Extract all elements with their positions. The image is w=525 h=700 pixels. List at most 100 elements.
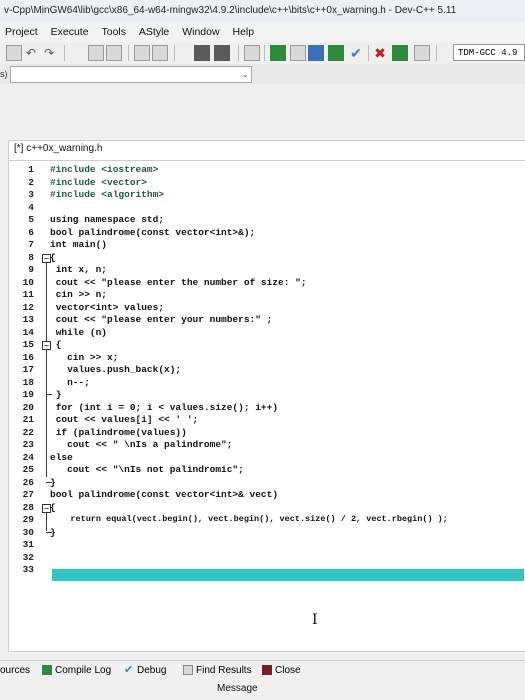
- close-label: Close: [275, 665, 301, 676]
- goto-forward-icon[interactable]: [214, 45, 230, 61]
- fold-guide: [46, 513, 47, 531]
- rebuild-icon[interactable]: [328, 45, 344, 61]
- line-number: 25: [22, 464, 34, 475]
- code-line: while (n): [50, 326, 108, 338]
- line-number: 8: [28, 251, 34, 263]
- tab-debug-label: Debug: [137, 665, 167, 676]
- code-line: else: [50, 451, 73, 463]
- fold-guide: [46, 263, 47, 477]
- tab-resources[interactable]: ources: [0, 661, 30, 681]
- class-browser-bar: s) ⌄: [0, 64, 525, 84]
- code-line: cout << "please enter the number of size…: [50, 276, 307, 288]
- unindent-icon[interactable]: [106, 45, 122, 61]
- check-icon[interactable]: ✔: [348, 45, 364, 61]
- debug-check-icon: ✔: [124, 664, 134, 677]
- code-line: int main(): [50, 239, 108, 250]
- message-column-header[interactable]: Message: [217, 683, 258, 694]
- tab-resources-label: ources: [0, 665, 31, 676]
- tab-compile-log[interactable]: Compile Log: [42, 661, 111, 681]
- line-number: 1: [28, 164, 34, 175]
- code-line: cin >> x;: [50, 351, 119, 363]
- menu-bar: Project Execute Tools AStyle Window Help: [0, 22, 525, 42]
- line-number: 17: [22, 364, 34, 375]
- code-line: }: [50, 526, 56, 538]
- menu-execute[interactable]: Execute: [46, 22, 94, 42]
- run-icon[interactable]: [290, 45, 306, 61]
- line-number: 28: [22, 501, 34, 513]
- layout-icon[interactable]: [244, 45, 260, 61]
- window-title: v-Cpp\MinGW64\lib\gcc\x86_64-w64-mingw32…: [0, 0, 525, 22]
- toolbar: ↶ ↷ ✔ ✖ TDM-GCC 4.9: [0, 42, 525, 65]
- code-line: using namespace std;: [50, 214, 165, 225]
- undo-redo-icon[interactable]: ↶: [26, 45, 42, 61]
- code-line: #include <algorithm>: [50, 189, 165, 200]
- scope-combo[interactable]: ⌄: [10, 66, 252, 83]
- line-number: 27: [22, 489, 34, 500]
- menu-window[interactable]: Window: [177, 22, 224, 42]
- code-line: {: [50, 501, 56, 513]
- code-line: for (int i = 0; i < values.size(); i++): [50, 401, 279, 413]
- compile-icon[interactable]: [270, 45, 286, 61]
- line-number: 18: [22, 376, 34, 388]
- line-number: 7: [28, 239, 34, 250]
- editor-tab[interactable]: [*] c++0x_warning.h: [8, 142, 108, 156]
- code-line: cin >> n;: [50, 289, 108, 300]
- tab-debug[interactable]: ✔ Debug: [124, 661, 166, 681]
- code-line: bool palindrome(const vector<int>& vect): [50, 489, 279, 500]
- redo-icon[interactable]: ↷: [44, 45, 60, 61]
- code-line: cout << "\nIs not palindromic";: [50, 464, 244, 475]
- line-number: 26: [22, 476, 34, 488]
- save-icon[interactable]: [6, 45, 22, 61]
- bottom-panel-tabs: ources Compile Log ✔ Debug Find Results C…: [0, 660, 525, 681]
- chevron-down-icon[interactable]: ⌄: [241, 67, 249, 82]
- code-line: vector<int> values;: [50, 301, 165, 313]
- compile-run-icon[interactable]: [308, 45, 324, 61]
- line-number: 11: [22, 289, 34, 300]
- indent-icon[interactable]: [88, 45, 104, 61]
- line-number: 5: [28, 214, 34, 225]
- goto-back-icon[interactable]: [194, 45, 210, 61]
- menu-help[interactable]: Help: [227, 22, 259, 42]
- line-number: 3: [28, 189, 34, 200]
- toggle-comment-icon[interactable]: [134, 45, 150, 61]
- line-number: 21: [22, 414, 34, 425]
- close-button[interactable]: Close: [262, 661, 301, 681]
- line-number: 14: [22, 326, 34, 338]
- close-icon: [262, 665, 272, 676]
- code-line: #include <vector>: [50, 176, 147, 188]
- compiler-select[interactable]: TDM-GCC 4.9: [453, 44, 525, 61]
- message-header-row: Message: [0, 680, 525, 700]
- code-line: if (palindrome(values)): [50, 426, 187, 438]
- line-number: 15: [22, 339, 34, 350]
- line-number: 2: [28, 176, 34, 188]
- tab-find-results-label: Find Results: [196, 665, 252, 676]
- line-number: 22: [22, 426, 34, 438]
- menu-project[interactable]: Project: [0, 22, 43, 42]
- line-number: 13: [22, 314, 34, 325]
- chart-icon[interactable]: [392, 45, 408, 61]
- line-number: 16: [22, 351, 34, 363]
- code-line: }: [50, 476, 56, 488]
- line-number: 24: [22, 451, 34, 463]
- menu-astyle[interactable]: AStyle: [134, 22, 174, 42]
- tab-find-results[interactable]: Find Results: [183, 661, 252, 681]
- print-icon[interactable]: [414, 45, 430, 61]
- line-number: 23: [22, 439, 34, 450]
- code-line: return equal(vect.begin(), vect.begin(),…: [50, 514, 448, 524]
- text-cursor-icon: I: [312, 612, 318, 628]
- tab-compile-log-label: Compile Log: [55, 665, 112, 676]
- line-number: 4: [28, 201, 34, 213]
- line-number: 33: [22, 564, 34, 575]
- menu-tools[interactable]: Tools: [96, 22, 131, 42]
- tab-divider: [8, 160, 525, 161]
- line-number: 10: [22, 276, 34, 288]
- stop-icon[interactable]: ✖: [372, 45, 388, 61]
- line-number: 30: [22, 526, 34, 538]
- line-number: 20: [22, 401, 34, 413]
- bookmark-icon[interactable]: [152, 45, 168, 61]
- find-results-icon: [183, 665, 193, 676]
- code-line: n--;: [50, 376, 90, 388]
- code-line: {: [50, 339, 62, 350]
- code-line: }: [50, 389, 62, 400]
- code-line: cout << values[i] << ' ';: [50, 414, 199, 425]
